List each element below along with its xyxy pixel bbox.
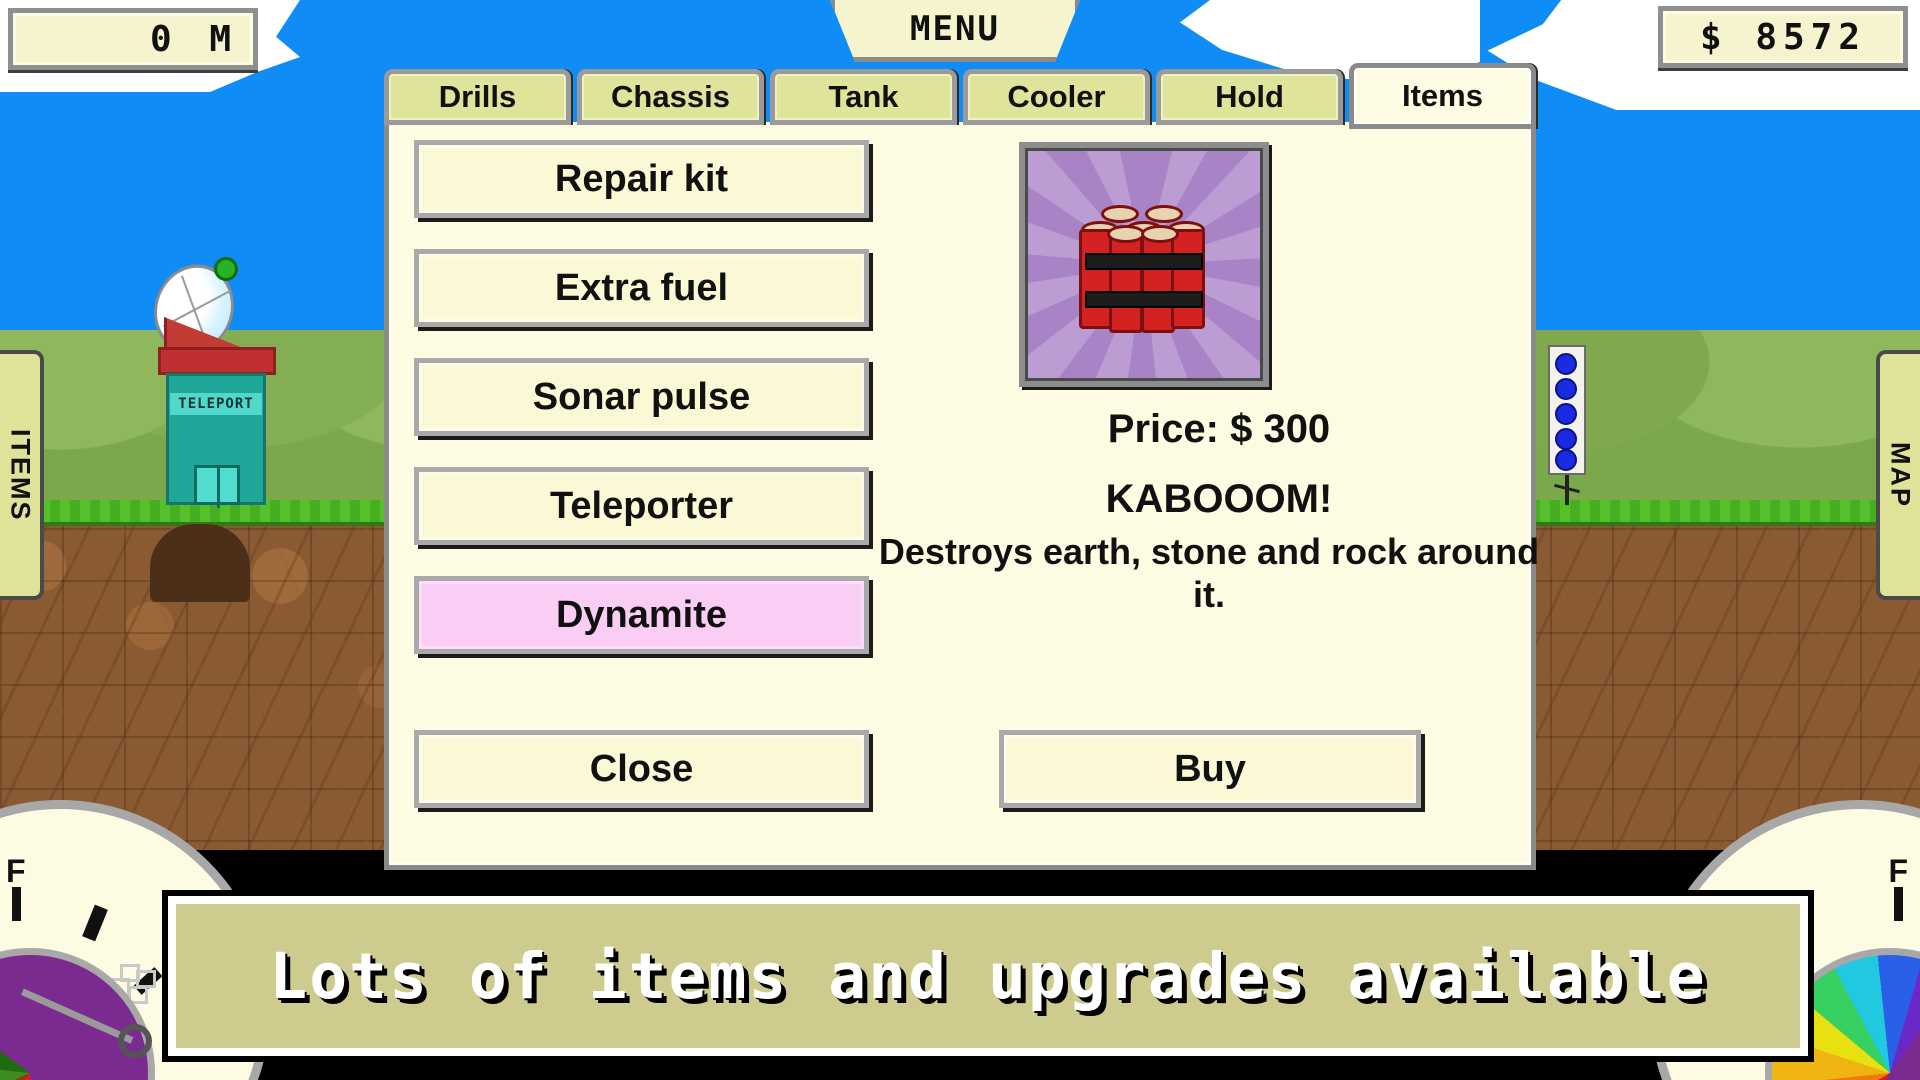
tab-tank[interactable]: Tank [770,69,957,125]
item-dynamite-label: Dynamite [555,593,728,636]
depth-readout: 0 M [8,8,258,70]
side-tab-items[interactable]: ITEMS [0,350,44,600]
fuel-full-mark-right: F [1888,853,1908,921]
teleport-door [194,465,240,508]
dynamite-bundle-icon [1079,195,1209,335]
buy-button-label: Buy [1174,747,1246,790]
tower-light-icon [1555,378,1577,400]
dish-receiver-icon [214,257,238,281]
item-price: Price: $ 300 [1107,407,1331,451]
item-preview-frame [1019,142,1269,387]
menu-tab-bar: Drills Chassis Tank Cooler Hold Items [384,63,1536,129]
item-extra-fuel[interactable]: Extra fuel [414,249,869,327]
tab-tank-label: Tank [828,79,899,114]
tab-chassis-label: Chassis [611,79,730,114]
game-screen: TELEPORT 0 M $ 8572 ITEMS MAP MENU Drill… [0,0,1920,1080]
fuel-full-mark-left: F [6,853,26,921]
tip-banner: Lots of items and upgrades available [168,896,1808,1056]
item-description: Destroys earth, stone and rock around it… [878,531,1540,616]
close-button[interactable]: Close [414,730,869,808]
health-needle-pivot [118,1024,152,1058]
item-headline: KABOOOM! [1105,477,1333,521]
tab-cooler-label: Cooler [1007,79,1106,114]
tip-banner-text: Lots of items and upgrades available [269,939,1707,1013]
item-dynamite[interactable]: Dynamite [414,576,869,654]
tab-items[interactable]: Items [1349,63,1536,129]
menu-title: MENU [910,8,1000,49]
tower-light-icon [1555,403,1577,425]
tower-light-icon [1555,353,1577,375]
depth-value: 0 M [149,18,239,60]
item-teleporter[interactable]: Teleporter [414,467,869,545]
close-button-label: Close [589,747,694,790]
money-value: $ 8572 [1699,16,1867,58]
item-repair-kit-label: Repair kit [554,157,729,200]
tab-items-label: Items [1402,78,1483,113]
menu-title-tag: MENU [830,0,1080,62]
tab-cooler[interactable]: Cooler [963,69,1150,125]
item-sonar-pulse-label: Sonar pulse [532,375,751,418]
tab-drills-label: Drills [438,79,517,114]
buy-button[interactable]: Buy [999,730,1421,808]
item-teleporter-label: Teleporter [549,484,733,527]
tab-chassis[interactable]: Chassis [577,69,764,125]
teleport-building: TELEPORT [142,249,276,508]
side-tab-items-label: ITEMS [5,428,36,522]
money-readout: $ 8572 [1658,6,1908,68]
item-sonar-pulse[interactable]: Sonar pulse [414,358,869,436]
tower-light-icon [1555,428,1577,450]
tab-drills[interactable]: Drills [384,69,571,125]
item-repair-kit[interactable]: Repair kit [414,140,869,218]
tab-hold[interactable]: Hold [1156,69,1343,125]
menu-panel: Repair kit Extra fuel Sonar pulse Telepo… [384,122,1539,870]
teleport-sign: TELEPORT [170,393,262,415]
side-tab-map[interactable]: MAP [1876,350,1920,600]
tab-hold-label: Hold [1215,79,1284,114]
item-button-list: Repair kit Extra fuel Sonar pulse Telepo… [414,140,869,685]
item-extra-fuel-label: Extra fuel [554,266,729,309]
side-tab-map-label: MAP [1885,442,1916,508]
tower-light-icon [1555,449,1577,471]
cave-entrance [150,524,250,602]
signal-tower [1548,345,1586,505]
teleport-roof [158,347,276,375]
bottom-hud-strip: F ♥ 💔 F 🔥 ❄ Lots of items and upgrades a… [0,800,1920,1080]
